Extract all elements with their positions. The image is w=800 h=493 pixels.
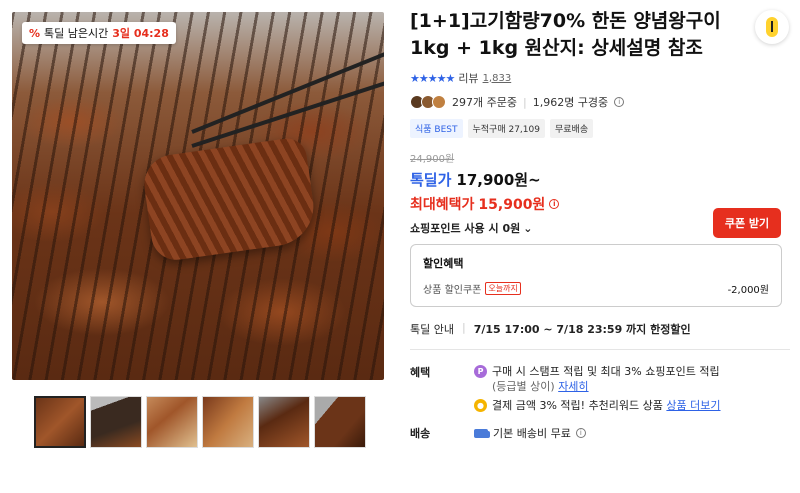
deal-price-value: 17,900원~ [456, 171, 541, 189]
buyer-avatars [410, 95, 446, 109]
discount-header: 할인혜택 [423, 257, 464, 270]
star-rating-icon: ★★★★★ [410, 71, 455, 85]
max-benefit-label: 최대혜택가 [410, 197, 475, 213]
benefit-section: 혜택 P 구매 시 스탬프 적립 및 최대 3% 쇼핑포인트 적립 (등급별 상… [410, 364, 790, 413]
more-products-link[interactable]: 상품 더보기 [666, 399, 720, 412]
product-main-image [12, 12, 384, 380]
thumbnail-5[interactable] [258, 396, 310, 448]
benefit-text-1: 구매 시 스탬프 적립 및 최대 3% 쇼핑포인트 적립 [492, 365, 720, 378]
timer-value: 3일 04:28 [112, 27, 169, 40]
tag-best[interactable]: 식품 BEST [410, 119, 463, 138]
max-benefit-value: 15,900원 [478, 197, 546, 213]
point-icon: P [474, 365, 487, 378]
coin-icon: ● [474, 399, 487, 412]
discount-amount: -2,000원 [727, 285, 769, 296]
shipping-section: 배송 기본 배송비 무료 i [410, 425, 790, 441]
tag-free-shipping: 무료배송 [549, 119, 594, 138]
chopsticks-graphic [191, 76, 384, 148]
notice-label: 톡딜 안내 [410, 323, 454, 336]
today-badge: 오늘까지 [485, 282, 521, 295]
review-count[interactable]: 1,833 [483, 73, 512, 84]
discount-box: 할인혜택 상품 할인쿠폰 오늘까지 -2,000원 [410, 244, 782, 307]
thumbnail-6[interactable] [314, 396, 366, 448]
tag-list: 식품 BEST 누적구매 27,109 무료배송 [410, 119, 790, 138]
timer-label: 톡딜 남은시간 [44, 27, 109, 40]
share-icon [766, 17, 778, 37]
thumbnail-strip [34, 396, 366, 448]
share-button[interactable] [755, 10, 789, 44]
info-icon[interactable]: i [614, 97, 625, 107]
order-count: 297개 주문중 [452, 96, 517, 109]
meat-graphic [140, 136, 319, 263]
point-usage-label: 쇼핑포인트 사용 시 0원 [410, 222, 521, 235]
shipping-value: 기본 배송비 무료 [493, 427, 571, 440]
deal-price-row: 톡딜가 17,900원~ [410, 169, 790, 190]
thumbnail-3[interactable] [146, 396, 198, 448]
discount-label: 상품 할인쿠폰 [423, 285, 482, 296]
thumbnail-2[interactable] [90, 396, 142, 448]
info-icon[interactable]: i [549, 199, 560, 209]
shipping-label: 배송 [410, 427, 431, 440]
thumbnail-4[interactable] [202, 396, 254, 448]
truck-icon [474, 428, 490, 438]
deal-price-label: 톡딜가 [410, 171, 452, 189]
viewer-count: 1,962명 구경중 [532, 96, 609, 109]
benefit-details-link[interactable]: 자세히 [558, 380, 588, 393]
discount-row: 상품 할인쿠폰 오늘까지 -2,000원 [423, 281, 769, 296]
chevron-down-icon: ⌄ [523, 221, 533, 235]
divider [410, 349, 790, 350]
rating-row: ★★★★★ 리뷰 1,833 [410, 70, 790, 86]
deal-timer-badge: % 톡딜 남은시간 3일 04:28 [22, 22, 176, 44]
benefit-label: 혜택 [410, 366, 431, 379]
original-price: 24,900원 [410, 154, 455, 165]
deal-notice: 톡딜 안내 | 7/15 17:00 ~ 7/18 23:59 까지 한정할인 [410, 321, 691, 336]
tag-cumulative: 누적구매 27,109 [467, 119, 545, 138]
product-title: [1+1]고기함량70% 한돈 양념왕구이 1kg + 1kg 원산지: 상세설… [410, 10, 721, 59]
benefit-text-2: 결제 금액 3% 적립! 추천리워드 상품 [492, 399, 663, 412]
info-icon[interactable]: i [575, 428, 586, 438]
product-info: [1+1]고기함량70% 한돈 양념왕구이 1kg + 1kg 원산지: 상세설… [410, 8, 790, 441]
thumbnail-1[interactable] [34, 396, 86, 448]
coupon-button[interactable]: 쿠폰 받기 [713, 208, 781, 238]
benefit-subtext: (등급별 상이) [492, 380, 555, 393]
order-stats: 297개 주문중 | 1,962명 구경중 i [410, 94, 790, 110]
notice-value: 7/15 17:00 ~ 7/18 23:59 까지 한정할인 [473, 323, 691, 336]
percent-icon: % [29, 26, 41, 40]
review-label[interactable]: 리뷰 [458, 70, 478, 86]
